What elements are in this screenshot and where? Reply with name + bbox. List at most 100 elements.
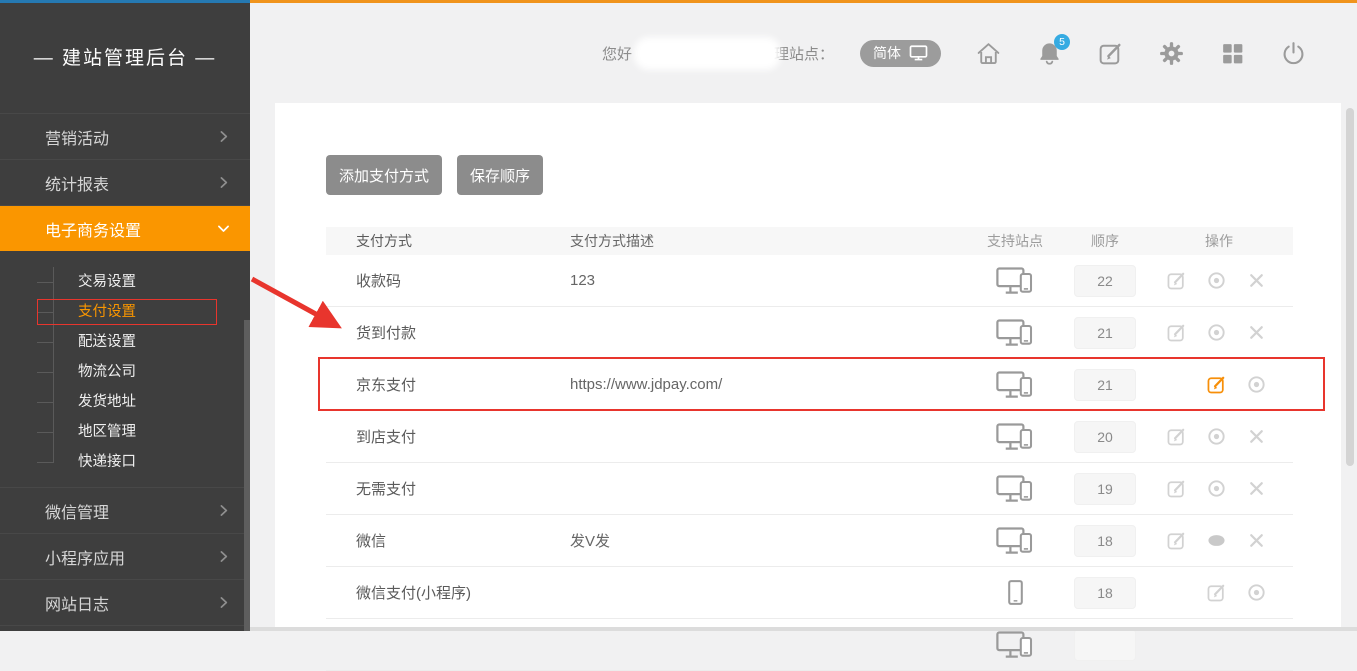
language-switch-button[interactable]: 简体: [860, 40, 941, 67]
horizontal-scrollbar[interactable]: [250, 627, 1357, 631]
order-input[interactable]: [1074, 629, 1136, 661]
order-input[interactable]: 20: [1074, 421, 1136, 453]
row-operations: [1145, 270, 1293, 291]
order-input[interactable]: 18: [1074, 577, 1136, 609]
sidebar-subitem-label: 配送设置: [78, 334, 136, 350]
sidebar-divider: [0, 625, 250, 626]
eye-icon[interactable]: [1206, 270, 1227, 291]
notifications-button[interactable]: 5: [1036, 40, 1063, 67]
sidebar-nav: 营销活动统计报表电子商务设置交易设置支付设置配送设置物流公司发货地址地区管理快递…: [0, 113, 250, 625]
add-payment-button[interactable]: 添加支付方式: [326, 155, 442, 195]
edit-icon[interactable]: [1166, 478, 1187, 499]
supported-sites-cell: [965, 371, 1065, 399]
sidebar-item-label: 电子商务设置: [45, 217, 215, 241]
close-icon[interactable]: [1246, 478, 1267, 499]
language-label: 简体: [873, 43, 901, 63]
sidebar-subitem-label: 地区管理: [78, 424, 136, 440]
col-supported-sites: 支持站点: [965, 231, 1065, 251]
home-button[interactable]: [975, 40, 1002, 67]
order-cell: 18: [1065, 577, 1145, 609]
supported-sites-cell: [965, 423, 1065, 451]
apps-button[interactable]: [1219, 40, 1246, 67]
sidebar-item-label: 微信管理: [45, 499, 215, 523]
order-cell: 21: [1065, 369, 1145, 401]
col-payment-method: 支付方式: [326, 231, 570, 251]
greeting-text: 您好: [602, 43, 632, 64]
sidebar-item-小程序应用[interactable]: 小程序应用: [0, 533, 250, 579]
desktop-mobile-site-icon: [996, 527, 1035, 555]
logout-button[interactable]: [1280, 40, 1307, 67]
tree-tick: [37, 462, 53, 463]
payment-description: 发V发: [570, 530, 965, 551]
close-icon[interactable]: [1246, 270, 1267, 291]
sidebar-item-统计报表[interactable]: 统计报表: [0, 159, 250, 205]
sidebar-subitem-交易设置[interactable]: 交易设置: [0, 267, 250, 297]
row-operations: [1145, 478, 1293, 499]
close-icon[interactable]: [1246, 322, 1267, 343]
eye-icon[interactable]: [1206, 478, 1227, 499]
compose-button[interactable]: [1097, 40, 1124, 67]
home-icon: [975, 40, 1002, 67]
notification-badge: 5: [1054, 34, 1070, 50]
order-input[interactable]: 19: [1074, 473, 1136, 505]
order-input[interactable]: 22: [1074, 265, 1136, 297]
save-order-button[interactable]: 保存顺序: [457, 155, 543, 195]
close-icon[interactable]: [1246, 426, 1267, 447]
toolbar: 添加支付方式 保存顺序: [326, 155, 1341, 195]
close-icon[interactable]: [1246, 530, 1267, 551]
sidebar-subitem-支付设置[interactable]: 支付设置: [0, 297, 250, 327]
payment-name: 收款码: [326, 270, 570, 291]
sidebar-subitem-label: 支付设置: [78, 304, 136, 320]
sidebar-subitem-快递接口[interactable]: 快递接口: [0, 447, 250, 477]
payment-name: 货到付款: [326, 322, 570, 343]
desktop-mobile-site-icon: [996, 631, 1035, 659]
desktop-mobile-site-icon: [996, 371, 1035, 399]
order-input[interactable]: 21: [1074, 369, 1136, 401]
desktop-mobile-site-icon: [996, 267, 1035, 295]
sidebar-submenu: 交易设置支付设置配送设置物流公司发货地址地区管理快递接口: [0, 251, 250, 487]
eye-icon[interactable]: [1206, 426, 1227, 447]
sidebar-subitem-发货地址[interactable]: 发货地址: [0, 387, 250, 417]
settings-button[interactable]: [1158, 40, 1185, 67]
edit-icon[interactable]: [1206, 374, 1227, 395]
tree-tick: [37, 402, 53, 403]
table-row: 收款码12322: [326, 255, 1293, 307]
eye-icon[interactable]: [1206, 322, 1227, 343]
eye-icon[interactable]: [1246, 582, 1267, 603]
col-order: 顺序: [1065, 231, 1145, 251]
order-input[interactable]: 18: [1074, 525, 1136, 557]
payment-table: 支付方式 支付方式描述 支持站点 顺序 操作 收款码12322货到付款21京东支…: [326, 227, 1293, 671]
power-icon: [1280, 40, 1307, 67]
edit-icon[interactable]: [1166, 270, 1187, 291]
sidebar-item-微信管理[interactable]: 微信管理: [0, 487, 250, 533]
sidebar-item-label: 营销活动: [45, 125, 215, 149]
sidebar-item-label: 网站日志: [45, 591, 215, 615]
order-cell: 18: [1065, 525, 1145, 557]
edit-icon[interactable]: [1166, 530, 1187, 551]
top-header: 您好 管理站点： 简体 5: [250, 3, 1357, 103]
order-input[interactable]: 21: [1074, 317, 1136, 349]
edit-icon[interactable]: [1206, 582, 1227, 603]
sidebar-subitem-地区管理[interactable]: 地区管理: [0, 417, 250, 447]
row-operations: [1145, 426, 1293, 447]
eye-off-icon[interactable]: [1206, 530, 1227, 551]
tree-tick: [37, 342, 53, 343]
apps-grid-icon: [1219, 40, 1246, 67]
sidebar-item-营销活动[interactable]: 营销活动: [0, 113, 250, 159]
sidebar: — 建站管理后台 — 营销活动统计报表电子商务设置交易设置支付设置配送设置物流公…: [0, 0, 250, 631]
sidebar-item-网站日志[interactable]: 网站日志: [0, 579, 250, 625]
sidebar-subitem-物流公司[interactable]: 物流公司: [0, 357, 250, 387]
sidebar-item-电子商务设置[interactable]: 电子商务设置: [0, 205, 250, 251]
tree-tick: [37, 312, 53, 313]
edit-icon[interactable]: [1166, 426, 1187, 447]
eye-icon[interactable]: [1246, 374, 1267, 395]
page-scrollbar[interactable]: [1346, 108, 1354, 466]
row-operations: [1145, 582, 1293, 603]
supported-sites-cell: [965, 475, 1065, 503]
sidebar-subitem-配送设置[interactable]: 配送设置: [0, 327, 250, 357]
edit-icon[interactable]: [1166, 322, 1187, 343]
table-header: 支付方式 支付方式描述 支持站点 顺序 操作: [326, 227, 1293, 255]
chevron-right-icon: [215, 594, 232, 611]
chevron-down-icon: [215, 220, 232, 237]
sidebar-scrollbar[interactable]: [244, 320, 250, 631]
